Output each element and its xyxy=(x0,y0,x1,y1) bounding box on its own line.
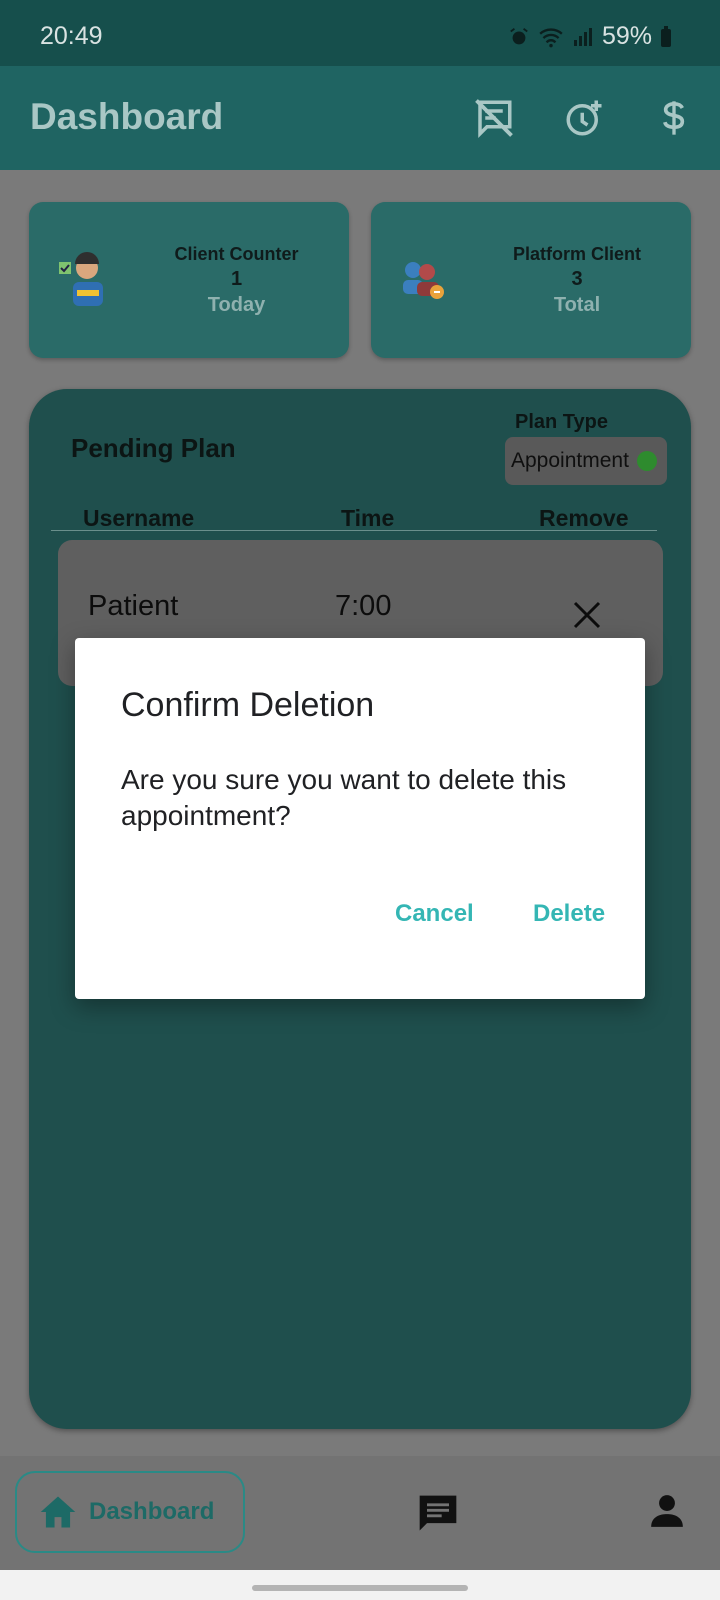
app-bar: Dashboard xyxy=(0,66,720,170)
battery-icon xyxy=(661,25,671,47)
platform-client-sub: Total xyxy=(553,294,601,316)
confirm-dialog: Confirm Deletion Are you sure you want t… xyxy=(75,638,645,999)
chat-icon[interactable] xyxy=(416,1492,460,1536)
plan-type-label: Plan Type xyxy=(515,411,608,433)
gesture-area xyxy=(0,1570,720,1600)
header-divider xyxy=(51,530,657,531)
remove-icon[interactable] xyxy=(572,600,602,630)
battery-percent: 59% xyxy=(601,22,652,50)
plan-type-selector[interactable]: Appointment xyxy=(505,437,667,485)
profile-icon[interactable] xyxy=(648,1492,686,1530)
speaker-notes-off-icon[interactable] xyxy=(470,94,518,142)
client-counter-icon xyxy=(59,252,103,306)
platform-client-card[interactable]: Platform Client 3 Total xyxy=(371,202,691,358)
signal-icon xyxy=(573,27,592,46)
nav-dashboard[interactable]: Dashboard xyxy=(15,1471,245,1553)
delete-button[interactable]: Delete xyxy=(533,900,605,928)
client-counter-card[interactable]: Client Counter 1 Today xyxy=(29,202,349,358)
plan-type-status-dot xyxy=(636,451,657,471)
client-counter-value: 1 xyxy=(230,268,243,290)
page-title: Dashboard xyxy=(30,96,224,137)
alarm-add-icon[interactable] xyxy=(560,94,608,142)
wifi-icon xyxy=(539,27,563,47)
pending-plan-title: Pending Plan xyxy=(71,433,236,463)
client-counter-label: Client Counter xyxy=(174,244,299,264)
platform-client-label: Platform Client xyxy=(512,244,641,264)
column-header-time: Time xyxy=(341,505,395,531)
status-icons: 59% xyxy=(508,22,672,51)
column-header-remove: Remove xyxy=(539,505,629,531)
platform-client-icon xyxy=(403,262,444,299)
gesture-handle[interactable] xyxy=(252,1585,468,1591)
row-time: 7:00 xyxy=(335,590,392,622)
home-icon xyxy=(40,1496,76,1528)
dollar-icon[interactable] xyxy=(650,94,698,142)
dialog-title: Confirm Deletion xyxy=(121,686,375,724)
client-counter-sub: Today xyxy=(207,294,266,316)
alarm-icon xyxy=(510,27,528,44)
dialog-message: Are you sure you want to delete this app… xyxy=(121,764,567,831)
cancel-button[interactable]: Cancel xyxy=(395,900,474,928)
row-username: Patient xyxy=(88,590,179,622)
column-header-username: Username xyxy=(83,505,195,531)
nav-dashboard-label: Dashboard xyxy=(89,1498,215,1525)
plan-type-value: Appointment xyxy=(511,449,629,472)
status-bar: 20:49 59% xyxy=(0,0,720,66)
platform-client-value: 3 xyxy=(571,268,583,290)
status-time: 20:49 xyxy=(40,22,103,50)
bottom-nav: Dashboard xyxy=(0,1456,720,1570)
